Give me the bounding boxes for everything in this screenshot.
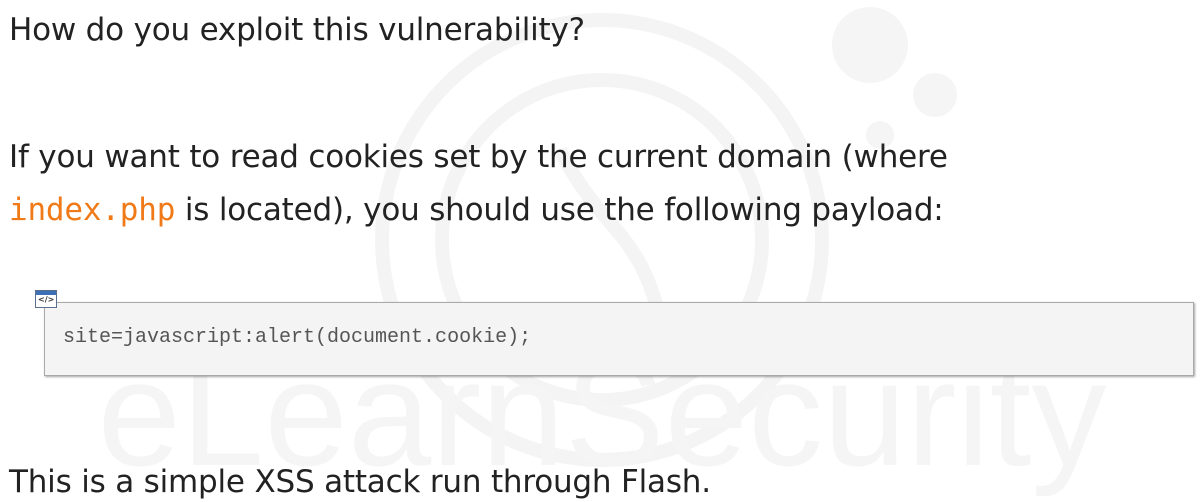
question-text: How do you exploit this vulnerability? — [9, 12, 585, 48]
watermark-dots-icon — [832, 7, 957, 149]
code-icon-glyph: </> — [38, 295, 55, 304]
code-snippet-icon: </> — [35, 290, 57, 308]
summary-text: This is a simple XSS attack run through … — [9, 464, 711, 500]
paragraph-line-2: index.php is located), you should use th… — [9, 190, 944, 230]
code-payload: site=javascript:alert(document.cookie); — [63, 326, 532, 349]
elearnsecurity-watermark: eLearnSecurity — [98, 7, 1106, 497]
paragraph-line-2-text: is located), you should use the followin… — [175, 192, 944, 228]
code-block: site=javascript:alert(document.cookie); — [44, 302, 1194, 376]
paragraph-line-1: If you want to read cookies set by the c… — [9, 139, 948, 175]
watermark-logo-icon — [375, 13, 829, 467]
inline-code-filename: index.php — [9, 192, 176, 228]
